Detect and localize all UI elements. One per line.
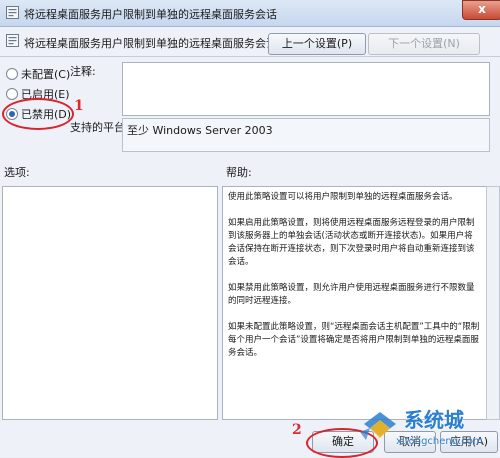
radio-label: 未配置(C) (21, 68, 71, 81)
setting-name: 将远程桌面服务用户限制到单独的远程桌面服务会话 (24, 37, 277, 50)
watermark-text: 系统城 (404, 408, 464, 432)
policy-icon (6, 34, 19, 47)
policy-icon (6, 6, 19, 19)
watermark-url: xitongcheng.com (396, 436, 483, 447)
help-panel: 使用此策略设置可以将用户限制到单独的远程桌面服务会话。 如果启用此策略设置，则将… (222, 186, 487, 420)
radio-circle (6, 88, 18, 100)
annotation-step-number: 1 (74, 98, 84, 114)
title-bar: 将远程桌面服务用户限制到单独的远程桌面服务会话 x (0, 0, 500, 27)
help-paragraph: 如果禁用此策略设置，则允许用户使用远程桌面服务进行不限数量的同时远程连接。 (228, 283, 475, 306)
previous-setting-button[interactable]: 上一个设置(P) (268, 33, 366, 55)
options-panel (2, 186, 218, 420)
options-label: 选项: (4, 166, 30, 179)
next-setting-button[interactable]: 下一个设置(N) (368, 33, 480, 55)
help-label: 帮助: (226, 166, 252, 179)
supported-platform-label: 支持的平台: (70, 121, 129, 134)
annotation-step-number: 2 (292, 422, 302, 438)
help-paragraph: 如果未配置此策略设置，则“远程桌面会话主机配置”工具中的“限制每个用户一个会话”… (228, 322, 480, 358)
comment-label: 注释: (70, 65, 96, 78)
help-paragraph: 使用此策略设置可以将用户限制到单独的远程桌面服务会话。 (228, 192, 458, 202)
window-title: 将远程桌面服务用户限制到单独的远程桌面服务会话 (24, 8, 277, 21)
annotation-circle (2, 98, 74, 130)
help-scrollbar[interactable] (486, 186, 500, 420)
radio-circle (6, 68, 18, 80)
help-paragraph: 如果启用此策略设置，则将使用远程桌面服务远程登录的用户限制到该服务器上的单独会话… (228, 218, 475, 267)
comment-textarea[interactable] (122, 62, 490, 116)
supported-platform-value: 至少 Windows Server 2003 (127, 124, 273, 137)
close-icon: x (478, 2, 486, 16)
divider (0, 56, 500, 57)
close-button[interactable]: x (462, 0, 500, 20)
help-text: 使用此策略设置可以将用户限制到单独的远程桌面服务会话。 如果启用此策略设置，则将… (228, 191, 480, 373)
